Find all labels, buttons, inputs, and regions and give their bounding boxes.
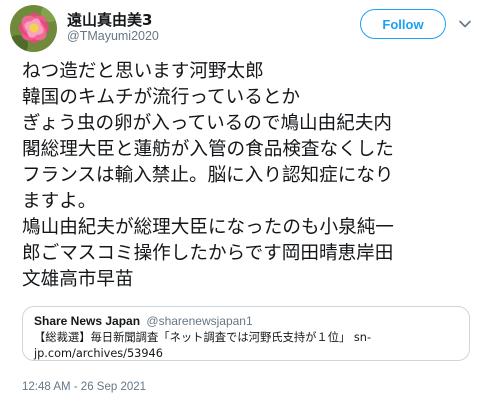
- display-name[interactable]: 遠山真由美3: [67, 9, 152, 30]
- quoted-tweet-card[interactable]: Share News Japan @sharenewsjapan1 【総裁選】毎…: [22, 306, 470, 361]
- quoted-tweet-author-handle: @sharenewsjapan1: [146, 314, 253, 328]
- follow-button[interactable]: Follow: [360, 9, 446, 39]
- tweet-text: ねつ造だと思います河野太郎 韓国のキムチが流行っているとか ぎょう虫の卵が入って…: [22, 61, 394, 290]
- avatar[interactable]: [10, 5, 57, 52]
- quoted-tweet-author-name: Share News Japan: [34, 314, 141, 328]
- quoted-tweet-header: Share News Japan @sharenewsjapan1: [34, 314, 458, 328]
- tweet-timestamp[interactable]: 12:48 AM - 26 Sep 2021: [22, 381, 146, 393]
- pink-flower-avatar-icon: [10, 5, 57, 52]
- user-handle[interactable]: @TMayumi2020: [67, 29, 159, 43]
- chevron-down-icon[interactable]: [458, 17, 472, 31]
- quoted-tweet-text: 【総裁選】毎日新聞調査「ネット調査では河野氏支持が１位」 sn-jp.com/a…: [34, 331, 372, 360]
